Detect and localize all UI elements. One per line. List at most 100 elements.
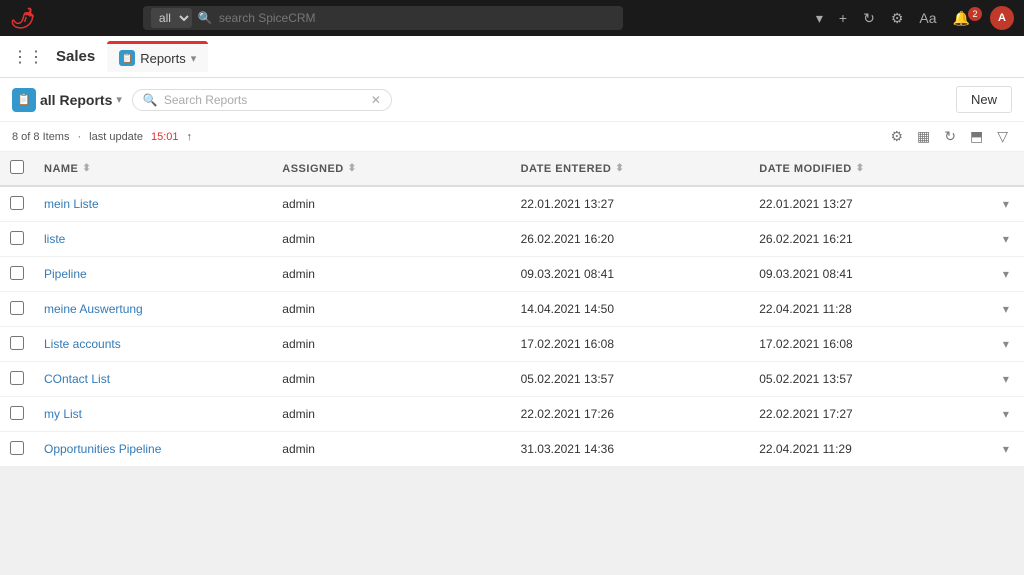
row-date-modified-cell: 22.01.2021 13:27 xyxy=(749,186,988,222)
row-action-cell[interactable]: ▾ xyxy=(988,257,1024,292)
row-date-entered-cell: 22.02.2021 17:26 xyxy=(511,397,750,432)
row-checkbox[interactable] xyxy=(10,266,24,280)
select-all-checkbox[interactable] xyxy=(10,160,24,174)
list-search-input[interactable] xyxy=(164,93,371,107)
row-action-cell[interactable]: ▾ xyxy=(988,362,1024,397)
row-checkbox[interactable] xyxy=(10,371,24,385)
row-check-cell[interactable] xyxy=(0,397,34,432)
col-header-check[interactable] xyxy=(0,152,34,186)
row-action-cell[interactable]: ▾ xyxy=(988,432,1024,467)
row-assigned-cell: admin xyxy=(272,222,510,257)
settings-icon-btn[interactable]: ⚙ xyxy=(887,8,908,29)
dropdown-icon-btn[interactable]: ▾ xyxy=(812,8,827,29)
new-record-button[interactable]: New xyxy=(956,86,1012,113)
search-icon: 🔍 xyxy=(198,11,213,25)
last-update-time[interactable]: 15:01 xyxy=(151,131,179,143)
item-count: 8 of 8 Items xyxy=(12,131,69,143)
table-header-row: NAME ⬍ ASSIGNED ⬍ DATE ENTERED ⬍ xyxy=(0,152,1024,186)
app-logo: 🌶 xyxy=(10,6,35,31)
row-name-link[interactable]: Pipeline xyxy=(44,267,87,281)
top-bar: 🌶 all 🔍 ▾ + ↻ ⚙ Aa 🔔 2 A xyxy=(0,0,1024,36)
row-name-link[interactable]: mein Liste xyxy=(44,197,99,211)
row-action-cell[interactable]: ▾ xyxy=(988,222,1024,257)
row-name-link[interactable]: my List xyxy=(44,407,82,421)
row-dropdown-button[interactable]: ▾ xyxy=(998,440,1014,458)
row-check-cell[interactable] xyxy=(0,292,34,327)
table-row: COntact List admin 05.02.2021 13:57 05.0… xyxy=(0,362,1024,397)
row-date-entered-cell: 09.03.2021 08:41 xyxy=(511,257,750,292)
row-action-cell[interactable]: ▾ xyxy=(988,327,1024,362)
row-action-cell[interactable]: ▾ xyxy=(988,292,1024,327)
col-header-action xyxy=(988,152,1024,186)
row-date-modified-cell: 26.02.2021 16:21 xyxy=(749,222,988,257)
row-check-cell[interactable] xyxy=(0,362,34,397)
row-action-cell[interactable]: ▾ xyxy=(988,397,1024,432)
row-name-link[interactable]: COntact List xyxy=(44,372,110,386)
row-date-entered-cell: 17.02.2021 16:08 xyxy=(511,327,750,362)
search-clear-icon[interactable]: ✕ xyxy=(371,93,381,107)
grid-menu-icon[interactable]: ⋮⋮ xyxy=(12,47,44,67)
table-row: Pipeline admin 09.03.2021 08:41 09.03.20… xyxy=(0,257,1024,292)
row-name-cell: Liste accounts xyxy=(34,327,272,362)
font-icon-btn[interactable]: Aa xyxy=(915,8,940,28)
row-check-cell[interactable] xyxy=(0,257,34,292)
row-checkbox[interactable] xyxy=(10,231,24,245)
table-row: mein Liste admin 22.01.2021 13:27 22.01.… xyxy=(0,186,1024,222)
row-date-entered-cell: 31.03.2021 14:36 xyxy=(511,432,750,467)
row-checkbox[interactable] xyxy=(10,196,24,210)
row-check-cell[interactable] xyxy=(0,222,34,257)
export-btn[interactable]: ⬒ xyxy=(966,126,987,147)
assigned-sort-icon: ⬍ xyxy=(348,163,357,174)
list-header: 📋 all Reports ▾ 🔍 ✕ New xyxy=(0,78,1024,122)
table-row: meine Auswertung admin 14.04.2021 14:50 … xyxy=(0,292,1024,327)
row-action-cell[interactable]: ▾ xyxy=(988,186,1024,222)
row-check-cell[interactable] xyxy=(0,327,34,362)
reports-tab-caret[interactable]: ▾ xyxy=(191,52,197,65)
table-row: Opportunities Pipeline admin 31.03.2021 … xyxy=(0,432,1024,467)
row-dropdown-button[interactable]: ▾ xyxy=(998,370,1014,388)
col-header-date-modified[interactable]: DATE MODIFIED ⬍ xyxy=(749,152,988,186)
row-assigned-cell: admin xyxy=(272,432,510,467)
row-assigned-cell: admin xyxy=(272,362,510,397)
row-dropdown-button[interactable]: ▾ xyxy=(998,265,1014,283)
search-scope-select[interactable]: all xyxy=(151,8,192,28)
row-assigned-cell: admin xyxy=(272,257,510,292)
row-dropdown-button[interactable]: ▾ xyxy=(998,405,1014,423)
col-header-date-entered[interactable]: DATE ENTERED ⬍ xyxy=(511,152,750,186)
row-checkbox[interactable] xyxy=(10,441,24,455)
row-dropdown-button[interactable]: ▾ xyxy=(998,195,1014,213)
row-check-cell[interactable] xyxy=(0,186,34,222)
row-dropdown-button[interactable]: ▾ xyxy=(998,300,1014,318)
refresh-list-btn[interactable]: ↻ xyxy=(940,126,960,147)
name-sort-icon: ⬍ xyxy=(82,163,91,174)
row-name-link[interactable]: meine Auswertung xyxy=(44,302,143,316)
app-title: Sales xyxy=(56,48,95,65)
row-date-modified-cell: 22.04.2021 11:28 xyxy=(749,292,988,327)
row-assigned-cell: admin xyxy=(272,186,510,222)
row-check-cell[interactable] xyxy=(0,432,34,467)
row-checkbox[interactable] xyxy=(10,301,24,315)
col-header-assigned[interactable]: ASSIGNED ⬍ xyxy=(272,152,510,186)
row-name-cell: mein Liste xyxy=(34,186,272,222)
row-name-link[interactable]: liste xyxy=(44,232,65,246)
list-module-icon: 📋 xyxy=(12,88,36,112)
list-title-caret[interactable]: ▾ xyxy=(116,93,122,106)
add-btn[interactable]: + xyxy=(835,8,851,28)
row-date-modified-cell: 05.02.2021 13:57 xyxy=(749,362,988,397)
col-header-name[interactable]: NAME ⬍ xyxy=(34,152,272,186)
row-checkbox[interactable] xyxy=(10,406,24,420)
row-name-link[interactable]: Liste accounts xyxy=(44,337,121,351)
row-name-link[interactable]: Opportunities Pipeline xyxy=(44,442,161,456)
filter-btn[interactable]: ▽ xyxy=(993,126,1012,147)
view-toggle-btn[interactable]: ▦ xyxy=(913,126,934,147)
row-checkbox[interactable] xyxy=(10,336,24,350)
row-dropdown-button[interactable]: ▾ xyxy=(998,230,1014,248)
global-search-input[interactable] xyxy=(219,11,419,25)
column-settings-btn[interactable]: ⚙ xyxy=(886,126,907,147)
reports-tab[interactable]: 📋 Reports ▾ xyxy=(107,41,208,72)
avatar[interactable]: A xyxy=(990,6,1014,30)
row-dropdown-button[interactable]: ▾ xyxy=(998,335,1014,353)
row-date-modified-cell: 22.02.2021 17:27 xyxy=(749,397,988,432)
notification-badge: 2 xyxy=(968,7,982,21)
refresh-btn[interactable]: ↻ xyxy=(859,8,879,29)
